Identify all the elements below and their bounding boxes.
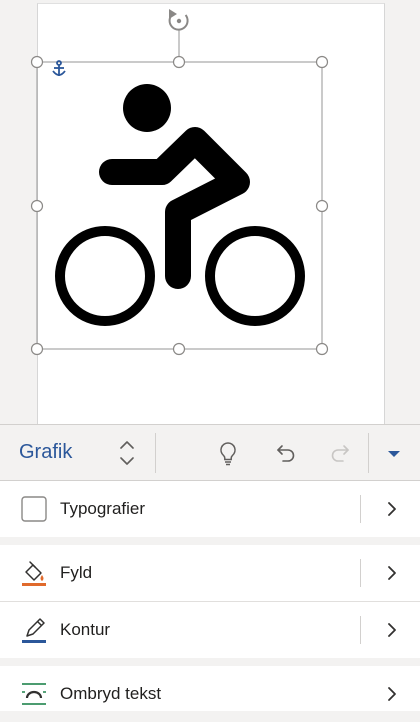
paint-bucket-icon (22, 561, 46, 586)
lightbulb-icon (220, 442, 236, 466)
ribbon-separator (155, 433, 156, 473)
bicycle-rider-icon[interactable] (55, 84, 305, 326)
resize-handle-top-right[interactable] (315, 55, 329, 69)
chevron-right-icon (388, 687, 396, 701)
row-separator (360, 559, 361, 587)
redo-button[interactable] (326, 438, 356, 468)
styles-checkbox-icon (21, 496, 47, 522)
menu-item-ombryd-tekst[interactable]: Ombryd tekst (0, 666, 420, 722)
options-panel: Typografier Fyld Kontur Ombryd tekst (0, 481, 420, 711)
undo-icon (277, 445, 295, 462)
menu-item-label: Kontur (60, 620, 111, 639)
menu-item-label: Fyld (60, 563, 93, 582)
expand-caret-icon (388, 451, 400, 457)
resize-handle-bottom-left[interactable] (30, 342, 44, 356)
row-separator (360, 616, 361, 644)
ribbon-tab-switch-button[interactable] (112, 435, 142, 471)
chevron-up-down-icon (120, 441, 134, 465)
styles-group: Typografier (0, 481, 420, 537)
chevron-right-icon (388, 566, 396, 580)
row-separator (360, 495, 361, 523)
resize-handle-bottom-right[interactable] (315, 342, 329, 356)
ribbon-expand-button[interactable] (379, 438, 409, 468)
rotate-handle-icon[interactable] (168, 9, 189, 31)
resize-handle-top[interactable] (172, 55, 186, 69)
undo-button[interactable] (270, 438, 300, 468)
ribbon-separator (368, 433, 369, 473)
ribbon-tab-title[interactable]: Grafik (19, 441, 72, 464)
resize-handle-top-left[interactable] (30, 55, 44, 69)
resize-handle-bottom[interactable] (172, 342, 186, 356)
menu-item-fyld[interactable]: Fyld (0, 545, 420, 601)
resize-handle-right[interactable] (315, 199, 329, 213)
pencil-outline-icon (22, 618, 46, 643)
menu-item-kontur[interactable]: Kontur (0, 602, 420, 658)
tell-me-button[interactable] (213, 438, 243, 468)
menu-item-typografier[interactable]: Typografier (0, 481, 420, 537)
chevron-right-icon (388, 502, 396, 516)
chevron-right-icon (388, 623, 396, 637)
menu-item-label: Typografier (60, 499, 146, 518)
anchor-icon (52, 60, 66, 76)
resize-handle-left[interactable] (30, 199, 44, 213)
wrap-text-icon (22, 683, 46, 705)
wrap-group: Ombryd tekst (0, 666, 420, 711)
redo-icon (331, 445, 349, 462)
selection-stage (30, 9, 329, 356)
menu-item-label: Ombryd tekst (60, 684, 162, 703)
fill-outline-group: Fyld Kontur (0, 545, 420, 658)
ribbon-toolbar: Grafik (0, 424, 420, 481)
document-canvas[interactable] (0, 0, 420, 425)
